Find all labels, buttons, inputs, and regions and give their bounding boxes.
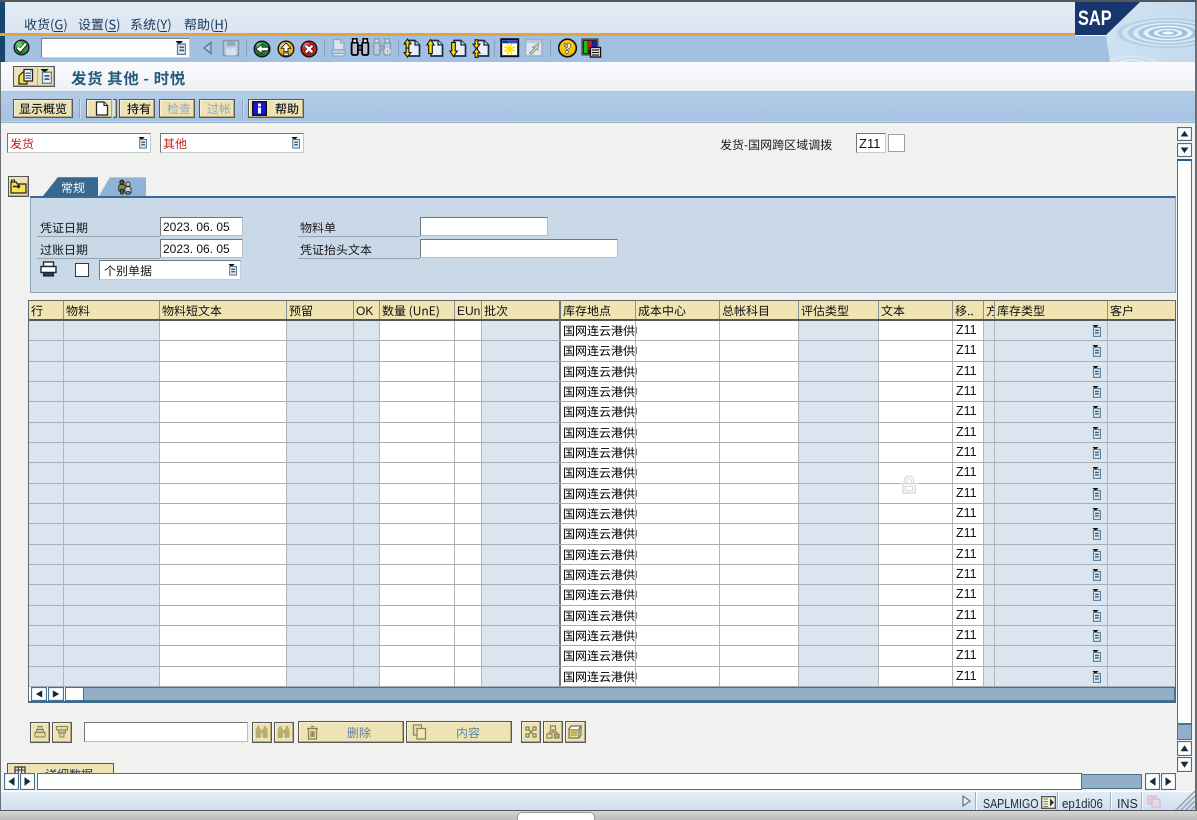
svg-text:?: ? (564, 41, 571, 57)
